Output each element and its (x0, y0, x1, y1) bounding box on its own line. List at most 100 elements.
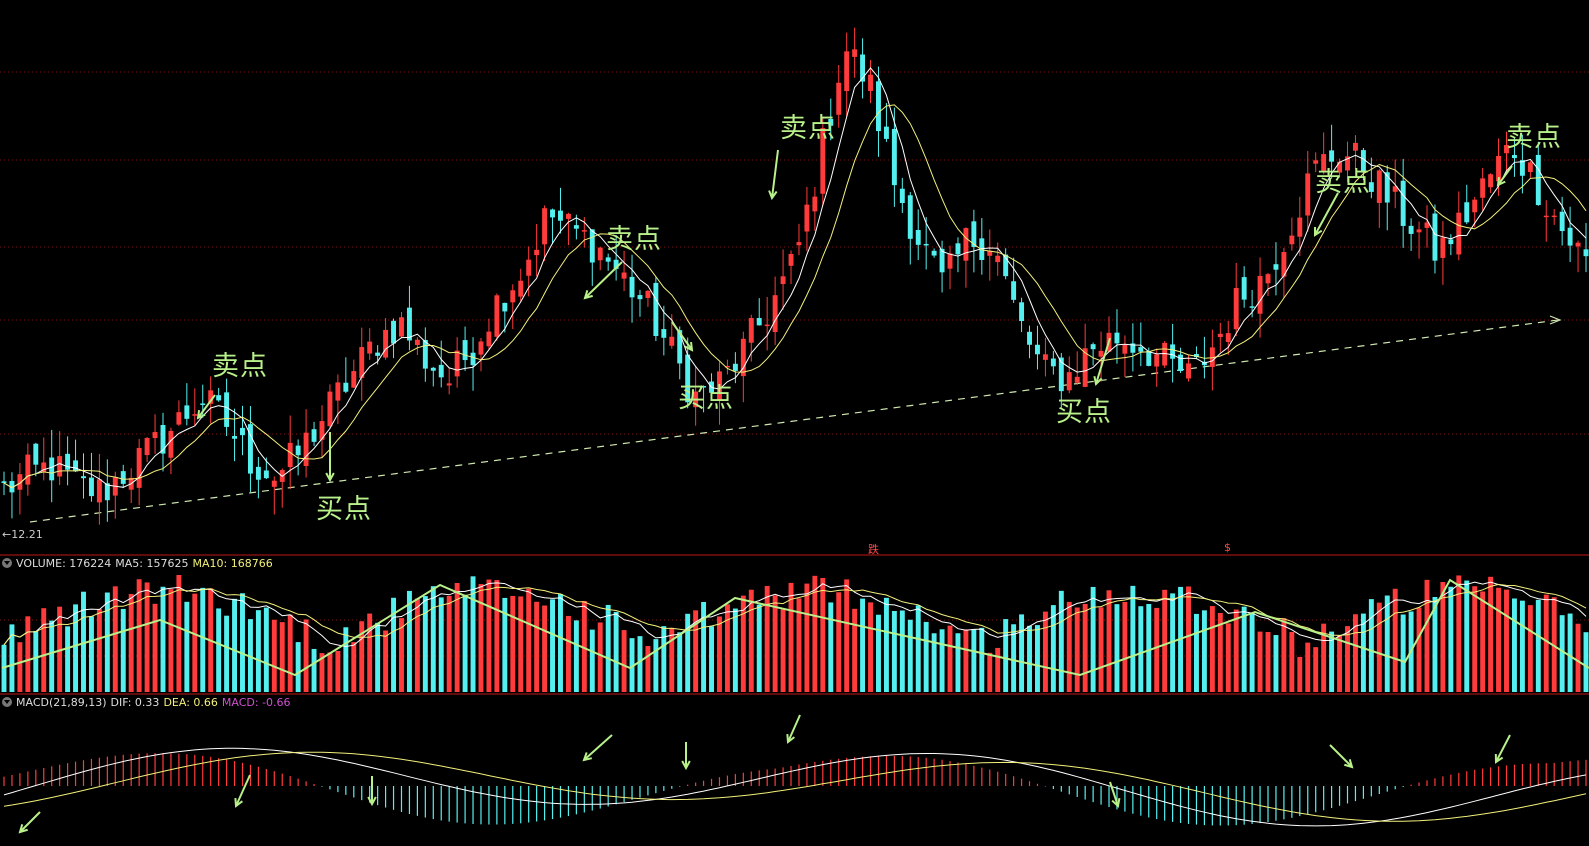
candle-body (1154, 354, 1160, 367)
volume-bar (383, 630, 389, 692)
low-price-value: 12.21 (11, 528, 43, 541)
volume-bar (907, 619, 913, 692)
volume-bar (1162, 589, 1168, 692)
annotation-arrow (1095, 337, 1111, 385)
candle-body (518, 280, 524, 297)
volume-toggle-icon[interactable] (2, 558, 12, 568)
candle-body (661, 329, 667, 338)
buy-point-label-1: 买点 (316, 494, 372, 525)
candle-body (1289, 235, 1295, 245)
volume-bar (772, 595, 778, 692)
volume-bar (947, 625, 953, 692)
candle-body (327, 391, 333, 427)
candle-body (876, 81, 881, 132)
fall-marker: 跌 (868, 543, 879, 556)
candle-body (1186, 363, 1191, 379)
candle-body (375, 352, 381, 356)
candle-body (1241, 277, 1247, 300)
volume-bar (414, 598, 420, 692)
volume-bar (327, 652, 333, 692)
candle-body (629, 276, 635, 298)
volume-bar (287, 614, 293, 692)
candle-body (1352, 142, 1358, 151)
candle-body (144, 438, 150, 456)
volume-ma5: MA5: 157625 (115, 557, 189, 570)
volume-bar (1480, 591, 1486, 692)
volume-bar (883, 597, 889, 692)
candle-body (947, 253, 953, 269)
candle-body (1178, 354, 1184, 372)
volume-bar (820, 577, 826, 692)
volume-bar (478, 584, 484, 692)
candle-body (486, 331, 492, 347)
volume-header: VOLUME: 176224 MA5: 157625 MA10: 168766 (0, 556, 277, 572)
annotation-arrow (197, 394, 216, 419)
candle-body (335, 382, 341, 401)
volume-bar (1305, 642, 1311, 692)
volume-bar (375, 622, 381, 692)
candle-body (923, 243, 929, 246)
price-low-label: ←12.21 (2, 528, 43, 541)
volume-bar (1424, 579, 1430, 692)
candle-body (1257, 275, 1263, 314)
candle-body (1011, 281, 1017, 300)
volume-bar (550, 599, 555, 692)
volume-bar (17, 642, 23, 692)
volume-bar (462, 594, 468, 692)
annotation-arrow (1495, 734, 1511, 763)
volume-bar (891, 611, 897, 692)
candle-body (1416, 229, 1422, 233)
candle-body (772, 295, 778, 333)
volume-bar (1384, 595, 1390, 692)
volume-bar (486, 579, 492, 692)
macd-toggle-icon[interactable] (2, 697, 12, 707)
volume-bar (645, 646, 651, 692)
volume-bar (1337, 635, 1343, 692)
volume-bar (724, 604, 730, 692)
candle-body (1249, 306, 1255, 308)
volume-bars (1, 575, 1589, 692)
candle-body (756, 318, 762, 326)
volume-bar (200, 587, 206, 692)
volume-bar (343, 627, 349, 692)
volume-bar (128, 593, 134, 692)
volume-bar (1543, 594, 1549, 692)
volume-bar (1027, 625, 1032, 692)
macd-dea: DEA: 0.66 (163, 696, 218, 709)
candle-body (1440, 237, 1446, 258)
candle-body (391, 320, 397, 344)
candle-body (25, 454, 31, 485)
volume-bar (1193, 613, 1199, 692)
candle-body (216, 395, 222, 401)
candle-body (812, 196, 818, 212)
volume-bar (995, 647, 1001, 692)
annotation-arrow (583, 734, 613, 761)
candle-body (1090, 344, 1096, 350)
volume-bar (1519, 600, 1525, 692)
candle-body (1170, 344, 1176, 359)
volume-bar (1472, 586, 1478, 692)
volume-bar (756, 604, 762, 692)
candle-body (88, 477, 94, 497)
volume-bar (1416, 607, 1422, 692)
candle-body (963, 228, 969, 261)
volume-bar (1074, 607, 1080, 692)
macd-title: MACD(21,89,13) (16, 696, 107, 709)
candle-body (367, 341, 373, 354)
volume-bar (1289, 631, 1295, 692)
candle-body (748, 318, 754, 343)
candle-body (1567, 227, 1573, 246)
candle-body (1225, 333, 1231, 342)
volume-bar (558, 594, 563, 692)
candle-body (788, 253, 794, 266)
candle-body (565, 213, 571, 219)
candle-body (1543, 215, 1549, 218)
volume-bar (1265, 632, 1271, 692)
volume-bar (613, 611, 619, 692)
candle-body (1408, 225, 1414, 234)
candlesticks (1, 27, 1589, 525)
candle-body (1066, 372, 1072, 391)
volume-bar (1281, 618, 1287, 692)
sell-point-label-1: 卖点 (212, 351, 268, 382)
candle-body (1217, 333, 1223, 338)
